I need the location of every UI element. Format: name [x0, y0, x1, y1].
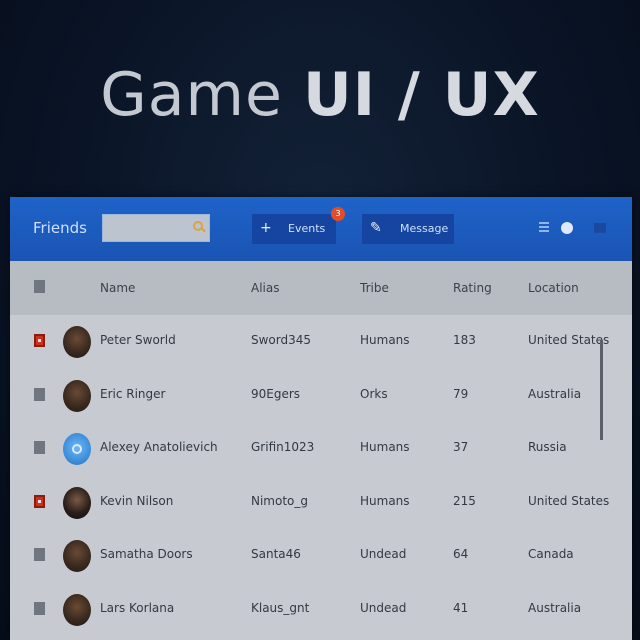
- events-label: Events: [288, 222, 326, 235]
- cell-rating: 183: [453, 333, 476, 347]
- row-checkbox[interactable]: [34, 601, 45, 615]
- cell-alias: Santa46: [251, 547, 301, 561]
- cell-rating: 79: [453, 386, 469, 401]
- cell-name: Kevin Nilson: [100, 493, 174, 508]
- cell-location: United States: [528, 493, 610, 508]
- message-button[interactable]: ✎ Message: [362, 214, 454, 244]
- cell-tribe: Undead: [360, 600, 407, 615]
- cell-tribe: Humans: [360, 333, 410, 347]
- avatar: [63, 540, 91, 572]
- events-badge: 3: [331, 207, 345, 221]
- cell-rating: 41: [453, 600, 469, 615]
- row-checkbox[interactable]: [34, 441, 45, 454]
- row-checkbox[interactable]: [34, 334, 45, 347]
- column-header-location[interactable]: Location: [528, 281, 579, 295]
- plus-icon: +: [260, 220, 272, 236]
- cell-name: Peter Sworld: [100, 333, 176, 347]
- table-row[interactable]: Alexey Anatolievich Grifin1023 Humans 37 Rus…: [10, 422, 632, 475]
- avatar: [63, 379, 91, 412]
- column-header-tribe[interactable]: Tribe: [360, 281, 389, 295]
- cell-name: Samatha Doors: [100, 547, 193, 561]
- cell-alias: 90Egers: [251, 386, 301, 401]
- cell-tribe: Humans: [360, 493, 410, 508]
- hero-title-light: Game: [100, 60, 303, 130]
- hero-title: Game UI / UX: [0, 60, 640, 130]
- cell-alias: Klaus_gnt: [251, 600, 310, 615]
- cell-tribe: Orks: [360, 386, 388, 401]
- friends-label: Friends: [33, 219, 87, 237]
- search-icon[interactable]: [193, 221, 203, 231]
- hero-title-bold: UI / UX: [302, 60, 540, 130]
- row-checkbox[interactable]: [34, 548, 45, 561]
- select-all-checkbox[interactable]: [34, 280, 45, 293]
- cell-tribe: Humans: [360, 440, 410, 454]
- cell-alias: Grifin1023: [251, 440, 315, 454]
- search-input[interactable]: [103, 215, 195, 241]
- cell-location: United States: [528, 333, 610, 347]
- table-row[interactable]: Samatha Doors Santa46 Undead 64 Canada: [10, 529, 632, 582]
- cell-rating: 37: [453, 440, 469, 454]
- menu-icon[interactable]: [594, 223, 606, 233]
- avatar: [63, 433, 91, 465]
- cell-name: Alexey Anatolievich: [100, 440, 218, 454]
- column-header-name[interactable]: Name: [100, 281, 135, 295]
- table-row[interactable]: Eric Ringer 90Egers Orks 79 Australia: [10, 369, 632, 422]
- avatar: [63, 593, 91, 626]
- table-row[interactable]: Kevin Nilson Nimoto_g Humans 215 United Stat…: [10, 476, 632, 529]
- toolbar: Friends + Events 3 ✎ Message: [10, 197, 632, 261]
- row-checkbox[interactable]: [34, 494, 45, 508]
- friends-panel: Friends + Events 3 ✎ Message Name Alias …: [10, 197, 632, 640]
- list-view-icon[interactable]: [539, 222, 549, 234]
- cell-location: Canada: [528, 547, 574, 561]
- message-label: Message: [400, 222, 449, 235]
- cell-location: Australia: [528, 386, 582, 401]
- avatar: [63, 326, 91, 358]
- events-button[interactable]: + Events: [252, 214, 336, 244]
- cell-alias: Nimoto_g: [251, 493, 309, 508]
- table-row[interactable]: Peter Sworld Sword345 Humans 183 United Stat…: [10, 315, 632, 368]
- search-box[interactable]: [102, 214, 210, 242]
- cell-name: Lars Korlana: [100, 600, 175, 615]
- column-header-rating[interactable]: Rating: [453, 281, 492, 295]
- table-header: Name Alias Tribe Rating Location: [10, 261, 632, 315]
- scrollbar[interactable]: [600, 340, 603, 440]
- toggle-icon[interactable]: [561, 222, 573, 234]
- cell-rating: 64: [453, 547, 469, 561]
- cell-name: Eric Ringer: [100, 386, 166, 401]
- pencil-icon: ✎: [370, 220, 382, 236]
- avatar: [63, 486, 91, 519]
- column-header-alias[interactable]: Alias: [251, 281, 279, 295]
- row-checkbox[interactable]: [34, 387, 45, 401]
- cell-location: Australia: [528, 600, 582, 615]
- cell-rating: 215: [453, 493, 476, 508]
- cell-tribe: Undead: [360, 547, 407, 561]
- table-row[interactable]: Lars Korlana Klaus_gnt Undead 41 Australia: [10, 583, 632, 636]
- cell-location: Russia: [528, 440, 567, 454]
- cell-alias: Sword345: [251, 333, 312, 347]
